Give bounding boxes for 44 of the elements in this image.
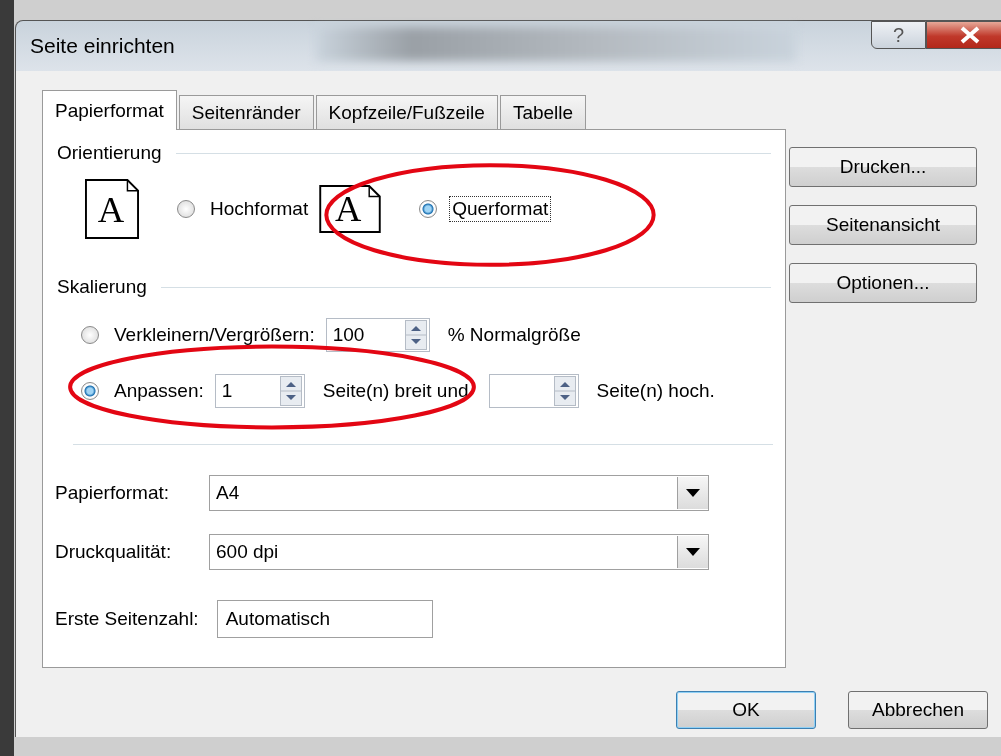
dialog-button[interactable]: Optionen... [789,263,977,303]
unit-label: % Normalgröße [447,324,581,346]
page-icon [319,185,381,233]
radio-button[interactable] [177,200,195,218]
close-icon [959,26,981,44]
dialog-button[interactable]: Abbrechen [848,691,988,729]
radio-button[interactable] [419,200,438,218]
radio-label[interactable]: Hochformat [207,196,312,222]
radio-label[interactable]: Verkleinern/Vergrößern: [111,322,318,348]
field-label: Erste Seitenzahl: [55,608,199,630]
unit-label: Seite(n) breit und [322,380,469,402]
window-title: Seite einrichten [29,34,175,58]
group-label: Orientierung [57,142,162,164]
close-button[interactable] [926,21,1001,49]
radio-button[interactable] [81,326,99,344]
spinner-field[interactable]: 1 [214,374,305,408]
dialog-button[interactable]: Seitenansicht [789,205,977,245]
dropdown-field[interactable]: 600 dpi [209,534,709,570]
help-button[interactable]: ? [871,21,926,49]
dropdown-field[interactable]: A4 [209,475,709,511]
page-letter: A [97,188,125,230]
spinner-field[interactable]: 100 [325,318,430,352]
dialog-button[interactable]: Drucken... [789,147,977,187]
group-label: Skalierung [57,276,147,298]
dropdown-arrow-icon [686,548,700,556]
tab[interactable]: Papierformat [42,90,177,130]
spin-arrows-icon [404,320,427,350]
unit-label: Seite(n) hoch. [596,380,715,402]
spin-arrows-icon [553,376,576,406]
tab[interactable]: Tabelle [499,95,587,129]
tab[interactable]: Kopfzeile/Fußzeile [315,95,498,129]
page-letter: A [335,188,362,230]
spinner-field[interactable] [488,374,579,408]
radio-label[interactable]: Anpassen: [111,378,207,404]
spin-arrows-icon [279,376,302,406]
dropdown-arrow-icon [686,489,700,497]
radio-label[interactable]: Querformat [449,196,552,222]
tab[interactable]: Seitenränder [178,95,314,129]
input-field[interactable]: Automatisch [216,600,433,638]
field-label: Papierformat: [55,482,171,504]
page-icon [85,179,139,239]
radio-button[interactable] [81,382,99,400]
field-label: Druckqualität: [55,541,173,563]
dialog-button[interactable]: OK [676,691,816,729]
